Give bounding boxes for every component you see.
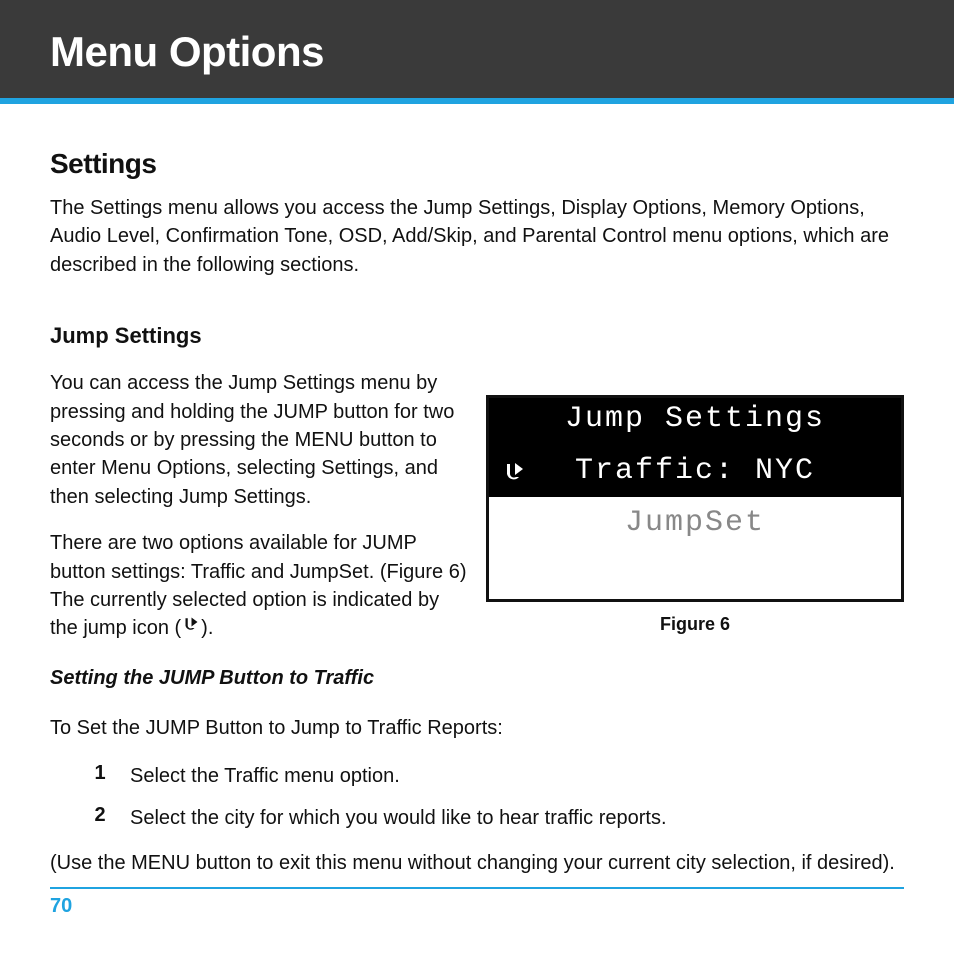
lcd-selected-text: Traffic: NYC <box>575 454 815 488</box>
step-text: Select the city for which you would like… <box>130 804 667 832</box>
lcd-spacer <box>489 549 901 599</box>
step-text: Select the Traffic menu option. <box>130 762 400 790</box>
lcd-screen: Jump Settings Traffic: NYC JumpSet <box>486 395 904 602</box>
jump-instruction: To Set the JUMP Button to Jump to Traffi… <box>50 714 904 742</box>
step-1: 1 Select the Traffic menu option. <box>50 762 904 790</box>
jump-settings-block: Jump Settings Traffic: NYC JumpSet Figur… <box>50 369 904 714</box>
jump-para-2-pre: There are two options available for JUMP… <box>50 532 467 639</box>
jump-subheading: Setting the JUMP Button to Traffic <box>50 667 904 690</box>
lcd-unselected-text: JumpSet <box>625 506 765 540</box>
step-number: 1 <box>50 762 130 790</box>
page-footer: 70 <box>0 887 954 918</box>
figure-6: Jump Settings Traffic: NYC JumpSet Figur… <box>486 395 904 635</box>
page-header: Menu Options <box>0 0 954 98</box>
settings-intro: The Settings menu allows you access the … <box>50 194 904 279</box>
lcd-title: Jump Settings <box>489 398 901 445</box>
jump-icon <box>501 461 521 481</box>
steps-list: 1 Select the Traffic menu option. 2 Sele… <box>50 762 904 833</box>
jump-para-2-post: ). <box>201 617 213 639</box>
footer-rule: 70 <box>50 887 904 918</box>
page-content: Settings The Settings menu allows you ac… <box>0 104 954 877</box>
jump-note: (Use the MENU button to exit this menu w… <box>50 849 904 877</box>
lcd-row-jumpset: JumpSet <box>489 497 901 549</box>
jump-icon <box>181 616 201 636</box>
settings-heading: Settings <box>50 148 904 180</box>
page-title: Menu Options <box>50 28 904 76</box>
step-2: 2 Select the city for which you would li… <box>50 804 904 832</box>
step-number: 2 <box>50 804 130 832</box>
jump-settings-heading: Jump Settings <box>50 323 904 349</box>
page-number: 70 <box>50 895 72 917</box>
figure-caption: Figure 6 <box>486 614 904 635</box>
lcd-row-traffic: Traffic: NYC <box>489 445 901 497</box>
